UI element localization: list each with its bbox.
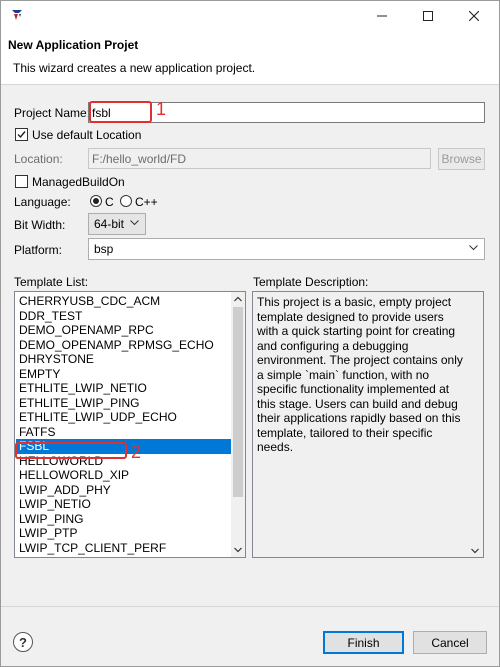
bit-width-select[interactable]: 64-bit — [88, 213, 146, 235]
maximize-icon[interactable] — [405, 1, 451, 31]
platform-label: Platform: — [14, 243, 63, 257]
template-list-item[interactable]: DHRYSTONE — [16, 352, 232, 367]
language-c-label: C — [105, 195, 114, 209]
template-list-item[interactable]: DEMO_OPENAMP_RPC — [16, 323, 232, 338]
chevron-down-icon — [130, 220, 139, 226]
browse-button[interactable]: Browse — [438, 148, 485, 170]
language-label: Language: — [14, 195, 71, 209]
managed-build-label: ManagedBuildOn — [32, 175, 125, 189]
help-icon[interactable]: ? — [13, 632, 33, 652]
platform-value: bsp — [94, 242, 114, 256]
scrollbar-thumb[interactable] — [233, 307, 243, 497]
template-list-item[interactable]: CHERRYUSB_CDC_ACM — [16, 294, 232, 309]
wizard-header: New Application Projet This wizard creat… — [1, 31, 499, 85]
chevron-down-icon — [469, 245, 478, 251]
language-cpp-radio[interactable] — [120, 195, 132, 207]
template-description-text: This project is a basic, empty project t… — [257, 295, 463, 454]
template-list-item[interactable]: EMPTY — [16, 367, 232, 382]
template-list-item[interactable]: ETHLITE_LWIP_NETIO — [16, 381, 232, 396]
title-bar — [1, 1, 499, 31]
scroll-down-icon[interactable] — [234, 547, 242, 553]
annotation-box-2 — [15, 442, 127, 459]
template-list-item[interactable]: LWIP_ADD_PHY — [16, 483, 232, 498]
annotation-number-1: 1 — [156, 99, 167, 119]
template-description-label: Template Description: — [253, 275, 369, 289]
template-list-item[interactable]: HELLOWORLD_XIP — [16, 468, 232, 483]
app-logo-icon — [12, 10, 22, 20]
page-description: This wizard creates a new application pr… — [13, 61, 256, 75]
template-list-item[interactable]: FATFS — [16, 425, 232, 440]
bit-width-label: Bit Width: — [14, 218, 66, 232]
cancel-button[interactable]: Cancel — [413, 631, 487, 654]
template-list-item[interactable]: ETHLITE_LWIP_PING — [16, 396, 232, 411]
template-list-item[interactable]: LWIP_NETIO — [16, 497, 232, 512]
minimize-icon[interactable] — [359, 1, 405, 31]
close-icon[interactable] — [451, 1, 497, 31]
template-description-box: This project is a basic, empty project t… — [252, 291, 484, 558]
bit-width-value: 64-bit — [94, 217, 125, 231]
annotation-number-2: 2 — [131, 442, 142, 462]
template-list-item[interactable]: DEMO_OPENAMP_RPMSG_ECHO — [16, 338, 232, 353]
location-input[interactable]: F:/hello_world/FD — [88, 148, 431, 169]
footer-separator — [1, 606, 499, 607]
wizard-window: New Application Projet This wizard creat… — [0, 0, 500, 667]
template-list-scrollbar[interactable] — [231, 292, 245, 557]
language-cpp-label: C++ — [135, 195, 158, 209]
platform-select[interactable]: bsp — [88, 238, 485, 260]
checkmark-icon — [17, 131, 26, 139]
template-list-label: Template List: — [14, 275, 89, 289]
project-name-label: Project Name: — [14, 106, 91, 120]
template-list-item[interactable]: LWIP_PTP — [16, 526, 232, 541]
location-label: Location: — [14, 152, 63, 166]
language-c-radio[interactable] — [90, 195, 102, 207]
template-list-item[interactable]: DDR_TEST — [16, 309, 232, 324]
page-title: New Application Projet — [8, 38, 139, 52]
template-list-item[interactable]: ETHLITE_LWIP_UDP_ECHO — [16, 410, 232, 425]
annotation-box-1 — [89, 101, 152, 123]
use-default-location-checkbox[interactable] — [15, 128, 28, 141]
scroll-up-icon[interactable] — [234, 296, 242, 302]
template-list[interactable]: CHERRYUSB_CDC_ACM DDR_TEST DEMO_OPENAMP_RP… — [14, 291, 246, 558]
template-list-item[interactable]: LWIP_TCP_CLIENT_PERF — [16, 541, 232, 556]
managed-build-checkbox[interactable] — [15, 175, 28, 188]
template-list-item[interactable]: LWIP_PING — [16, 512, 232, 527]
scroll-down-icon[interactable] — [471, 548, 479, 554]
use-default-location-label: Use default Location — [32, 128, 142, 142]
finish-button[interactable]: Finish — [323, 631, 404, 654]
